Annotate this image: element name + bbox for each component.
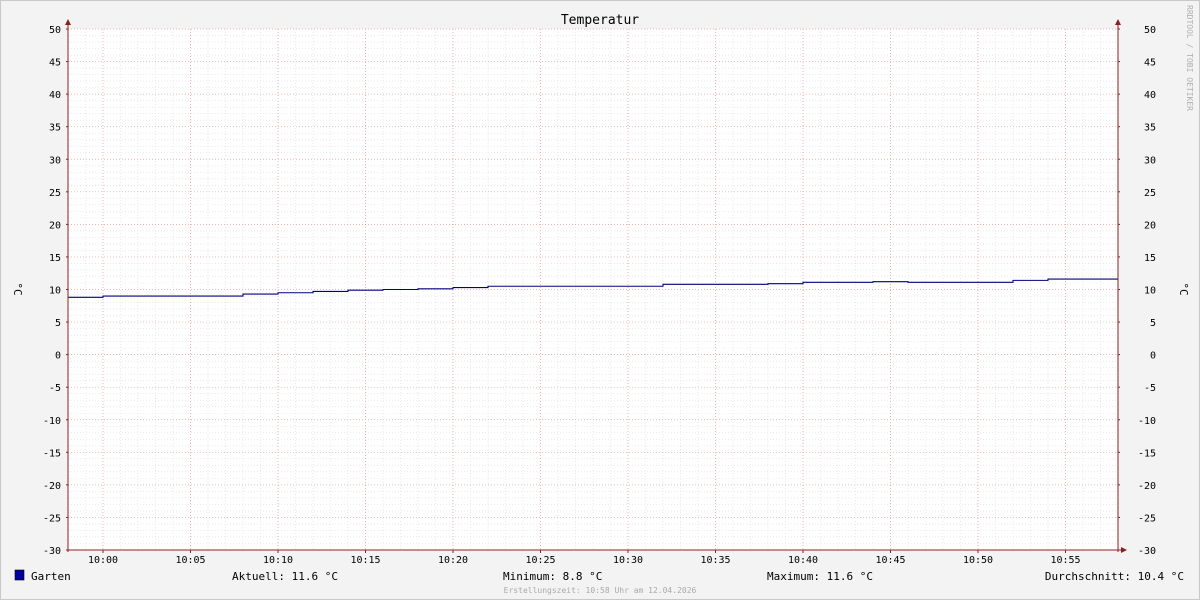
x-axis-tick-labels: 10:00 10:05 10:10 10:15 10:20 10:25 10:30 10:35… <box>88 555 1081 566</box>
y-tick-label-right: 0 <box>1150 351 1156 362</box>
y-tick-label-right: -10 <box>1138 416 1156 427</box>
y-tick-label-right: -20 <box>1138 481 1156 492</box>
y-tick-label-left: 20 <box>49 220 61 231</box>
x-tick-label: 10:55 <box>1050 555 1080 566</box>
y-tick-label-right: 30 <box>1144 155 1156 166</box>
y-axis-left-tick-labels: 50454035302520151050-5-10-15-20-25-30 <box>43 25 61 557</box>
legend-swatch-garten <box>14 569 25 581</box>
y-tick-label-right: 25 <box>1144 188 1156 199</box>
rrdtool-watermark: RRDTOOL / TOBI OETIKER <box>1185 5 1194 111</box>
x-tick-label: 10:30 <box>613 555 643 566</box>
x-axis-arrow <box>1121 547 1127 553</box>
x-tick-label: 10:15 <box>350 555 380 566</box>
y-tick-label-left: 15 <box>49 253 61 264</box>
x-tick-label: 10:00 <box>88 555 118 566</box>
y-tick-label-left: -5 <box>49 383 61 394</box>
y-tick-label-right: 45 <box>1144 58 1156 69</box>
y-tick-label-left: -15 <box>43 448 61 459</box>
temperature-chart: 50454035302520151050-5-10-15-20-25-30 50… <box>11 5 1194 595</box>
y-tick-label-right: 10 <box>1144 286 1156 297</box>
y-tick-label-left: -20 <box>43 481 61 492</box>
y-tick-label-left: 50 <box>49 25 61 36</box>
y-tick-label-right: 20 <box>1144 220 1156 231</box>
legend-series-name: Garten <box>31 570 71 583</box>
x-tick-label: 10:05 <box>175 555 205 566</box>
y-tick-label-right: -25 <box>1138 513 1156 524</box>
y-tick-label-left: 0 <box>55 351 61 362</box>
chart-title: Temperatur <box>561 13 639 28</box>
y-tick-label-left: -30 <box>43 546 61 557</box>
x-tick-label: 10:50 <box>963 555 993 566</box>
y-axis-right-tick-labels: 50454035302520151050-5-10-15-20-25-30 <box>1138 25 1156 557</box>
y-tick-label-right: -5 <box>1144 383 1156 394</box>
legend-minimum-value: Minimum: 8.8 °C <box>503 570 602 583</box>
y-tick-label-right: 50 <box>1144 25 1156 36</box>
y-tick-label-right: 15 <box>1144 253 1156 264</box>
x-tick-label: 10:35 <box>700 555 730 566</box>
x-tick-label: 10:10 <box>263 555 293 566</box>
y-tick-label-left: 35 <box>49 123 61 134</box>
y-tick-label-left: 5 <box>55 318 61 329</box>
legend-average-value: Durchschnitt: 10.4 °C <box>1045 570 1184 583</box>
y-tick-label-left: 30 <box>49 155 61 166</box>
y-tick-label-left: -10 <box>43 416 61 427</box>
y-axis-right-unit: °C <box>1177 282 1190 295</box>
y-tick-label-right: 35 <box>1144 123 1156 134</box>
y-tick-label-left: 45 <box>49 58 61 69</box>
y-tick-label-left: 40 <box>49 90 61 101</box>
y-axis-left-arrow <box>65 19 71 25</box>
x-tick-label: 10:45 <box>875 555 905 566</box>
y-axis-left-unit: °C <box>11 282 24 295</box>
y-tick-label-right: 5 <box>1150 318 1156 329</box>
x-tick-label: 10:25 <box>525 555 555 566</box>
y-axis-right-arrow <box>1115 19 1121 25</box>
y-tick-label-left: -25 <box>43 513 61 524</box>
legend-current-value: Aktuell: 11.6 °C <box>232 570 338 583</box>
x-tick-label: 10:20 <box>438 555 468 566</box>
legend-maximum-value: Maximum: 11.6 °C <box>767 570 873 583</box>
x-tick-label: 10:40 <box>788 555 818 566</box>
y-tick-label-right: 40 <box>1144 90 1156 101</box>
y-tick-label-right: -15 <box>1138 448 1156 459</box>
rrd-graph-window: 50 45 40 35 30 25 20 15 10 5 0 -5 -10 -15 -20 -25 -30 50… <box>0 0 1200 600</box>
creation-timestamp: Erstellungszeit: 10:58 Uhr am 12.04.2026 <box>504 586 697 595</box>
y-tick-label-left: 10 <box>49 286 61 297</box>
y-tick-label-right: -30 <box>1138 546 1156 557</box>
y-tick-label-left: 25 <box>49 188 61 199</box>
